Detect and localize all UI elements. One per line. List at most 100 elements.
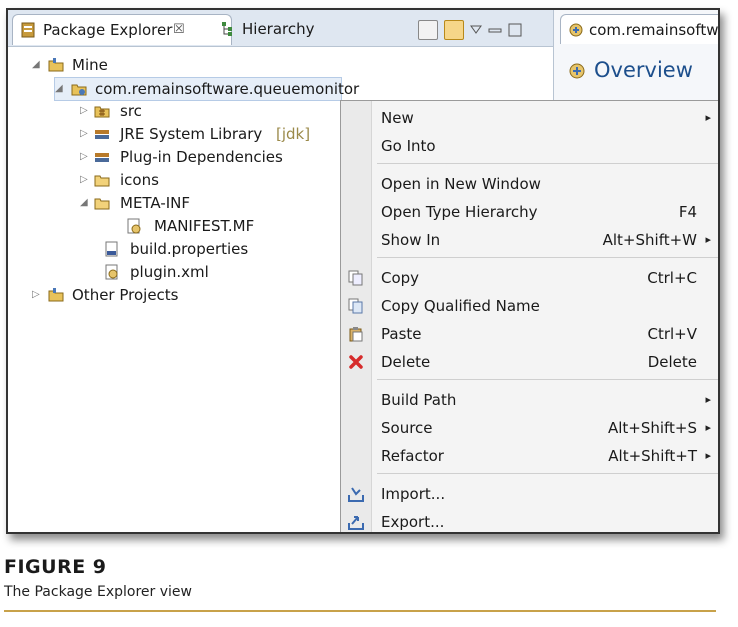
menu-item-refactor[interactable]: Refactor Alt+Shift+T ▸ [341,443,718,469]
import-icon [348,487,364,502]
plugin-file-icon [105,264,118,280]
tree-item-label: META-INF [120,194,191,212]
tree-item-manifest[interactable]: MANIFEST.MF [126,215,326,237]
menu-item-label: Export... [381,513,445,531]
menu-item-show-in[interactable]: Show In Alt+Shift+W ▸ [341,227,718,253]
expanded-twisty-icon[interactable]: ◢ [32,54,44,76]
view-tab-bar: Package Explorer ☒ Hierarchy [8,10,553,47]
overview-icon [569,63,585,79]
manifest-file-icon [127,218,141,234]
tree-item-label: src [120,102,142,120]
collapsed-twisty-icon[interactable]: ▷ [80,100,92,122]
library-icon [95,130,109,139]
collapsed-twisty-icon[interactable]: ▷ [80,169,92,191]
menu-item-delete[interactable]: Delete Delete [341,349,718,375]
tab-hierarchy[interactable]: Hierarchy [212,14,336,44]
menu-item-go-into[interactable]: Go Into [341,133,718,159]
copy-qualified-name-icon [348,298,363,314]
menu-shortcut: Ctrl+C [647,269,697,287]
menu-item-label: Show In [381,231,441,249]
source-folder-icon [94,106,110,118]
tab-package-explorer[interactable]: Package Explorer ☒ [12,14,232,45]
collapsed-twisty-icon[interactable]: ▷ [80,123,92,145]
expanded-twisty-icon[interactable]: ◢ [55,78,67,100]
submenu-arrow-icon: ▸ [705,393,711,406]
tree-item-plugin-dependencies[interactable]: ▷ Plug-in Dependencies [80,146,340,168]
tree-item-meta-inf[interactable]: ◢ META-INF [80,192,280,214]
submenu-arrow-icon: ▸ [705,449,711,462]
editor-tab-label: com.remainsoftware [589,21,719,39]
menu-shortcut: Alt+Shift+S [607,419,697,437]
export-icon [348,516,364,530]
menu-item-label: Import... [381,485,446,503]
tree-item-label: plugin.xml [130,263,209,281]
submenu-arrow-icon: ▸ [705,111,711,124]
submenu-arrow-icon: ▸ [705,421,711,434]
eclipse-window: Package Explorer ☒ Hierarchy com.remains… [6,8,720,534]
menu-shortcut: Alt+Shift+T [608,447,697,465]
figure-number: FIGURE 9 [4,556,107,578]
maximize-icon[interactable] [508,23,522,37]
folder-icon [94,198,110,210]
menu-shortcut: Delete [647,353,697,371]
tree-item-label: Other Projects [72,286,179,304]
menu-item-import[interactable]: Import... [341,481,718,507]
menu-item-open-in-new-window[interactable]: Open in New Window [341,171,718,197]
menu-item-build-path[interactable]: Build Path ▸ [341,387,718,413]
working-set-icon [48,288,64,302]
menu-item-source[interactable]: Source Alt+Shift+S ▸ [341,415,718,441]
menu-item-label: Source [381,419,433,437]
view-menu-icon[interactable] [470,25,482,35]
tree-item-jre[interactable]: ▷ JRE System Library [jdk] [80,123,340,145]
paste-icon [349,327,363,342]
minimize-icon[interactable] [488,25,502,35]
menu-shortcut: F4 [678,203,697,221]
tree-item-project[interactable]: ◢ com.remainsoftware.queuemonitor [54,77,359,101]
jdk-decorator: [jdk] [276,125,311,143]
tree-item-label: MANIFEST.MF [154,217,255,235]
properties-file-icon [105,241,118,257]
collapsed-twisty-icon[interactable]: ▷ [32,284,44,306]
menu-separator [377,379,718,380]
tree-item-label: Mine [72,56,108,74]
package-explorer-icon [21,22,35,38]
collapsed-twisty-icon[interactable]: ▷ [80,146,92,168]
menu-separator [377,473,718,474]
plugin-manifest-icon [569,23,583,37]
tree-item-icons[interactable]: ▷ icons [80,169,280,191]
tree-item-other-projects[interactable]: ▷ Other Projects [32,284,232,306]
link-with-editor-button[interactable] [444,20,464,40]
menu-item-new[interactable]: New ▸ [341,105,718,131]
plugin-project-icon [71,84,87,96]
delete-icon [349,355,363,369]
tree-item-label: build.properties [130,240,249,258]
tab-package-explorer-label: Package Explorer [43,21,173,39]
menu-item-label: Copy [381,269,420,287]
tree-item-label: icons [120,171,159,189]
menu-item-paste[interactable]: Paste Ctrl+V [341,321,718,347]
submenu-arrow-icon: ▸ [705,233,711,246]
tree-item-plugin-xml[interactable]: plugin.xml [104,261,304,283]
tree-item-mine[interactable]: ◢ Mine [32,54,232,76]
menu-shortcut: Alt+Shift+W [602,231,697,249]
tree-item-label: JRE System Library [120,125,263,143]
menu-item-label: Build Path [381,391,457,409]
tree-item-build-properties[interactable]: build.properties [104,238,304,260]
close-icon[interactable]: ☒ [173,15,185,45]
menu-item-open-type-hierarchy[interactable]: Open Type Hierarchy F4 [341,199,718,225]
menu-item-copy-qualified-name[interactable]: Copy Qualified Name [341,293,718,319]
collapse-all-button[interactable] [418,20,438,40]
menu-separator [377,257,718,258]
menu-item-label: Copy Qualified Name [381,297,540,315]
expanded-twisty-icon[interactable]: ◢ [80,192,92,214]
menu-item-export[interactable]: Export... [341,509,718,532]
view-toolbar [418,18,522,42]
copy-icon [348,270,363,286]
working-set-icon [48,58,64,72]
tree-item-src[interactable]: ▷ src [80,100,280,122]
menu-item-copy[interactable]: Copy Ctrl+C [341,265,718,291]
folder-icon [94,175,110,187]
caption-rule [4,610,716,612]
menu-separator [377,163,718,164]
editor-tab[interactable]: com.remainsoftware [560,14,719,44]
